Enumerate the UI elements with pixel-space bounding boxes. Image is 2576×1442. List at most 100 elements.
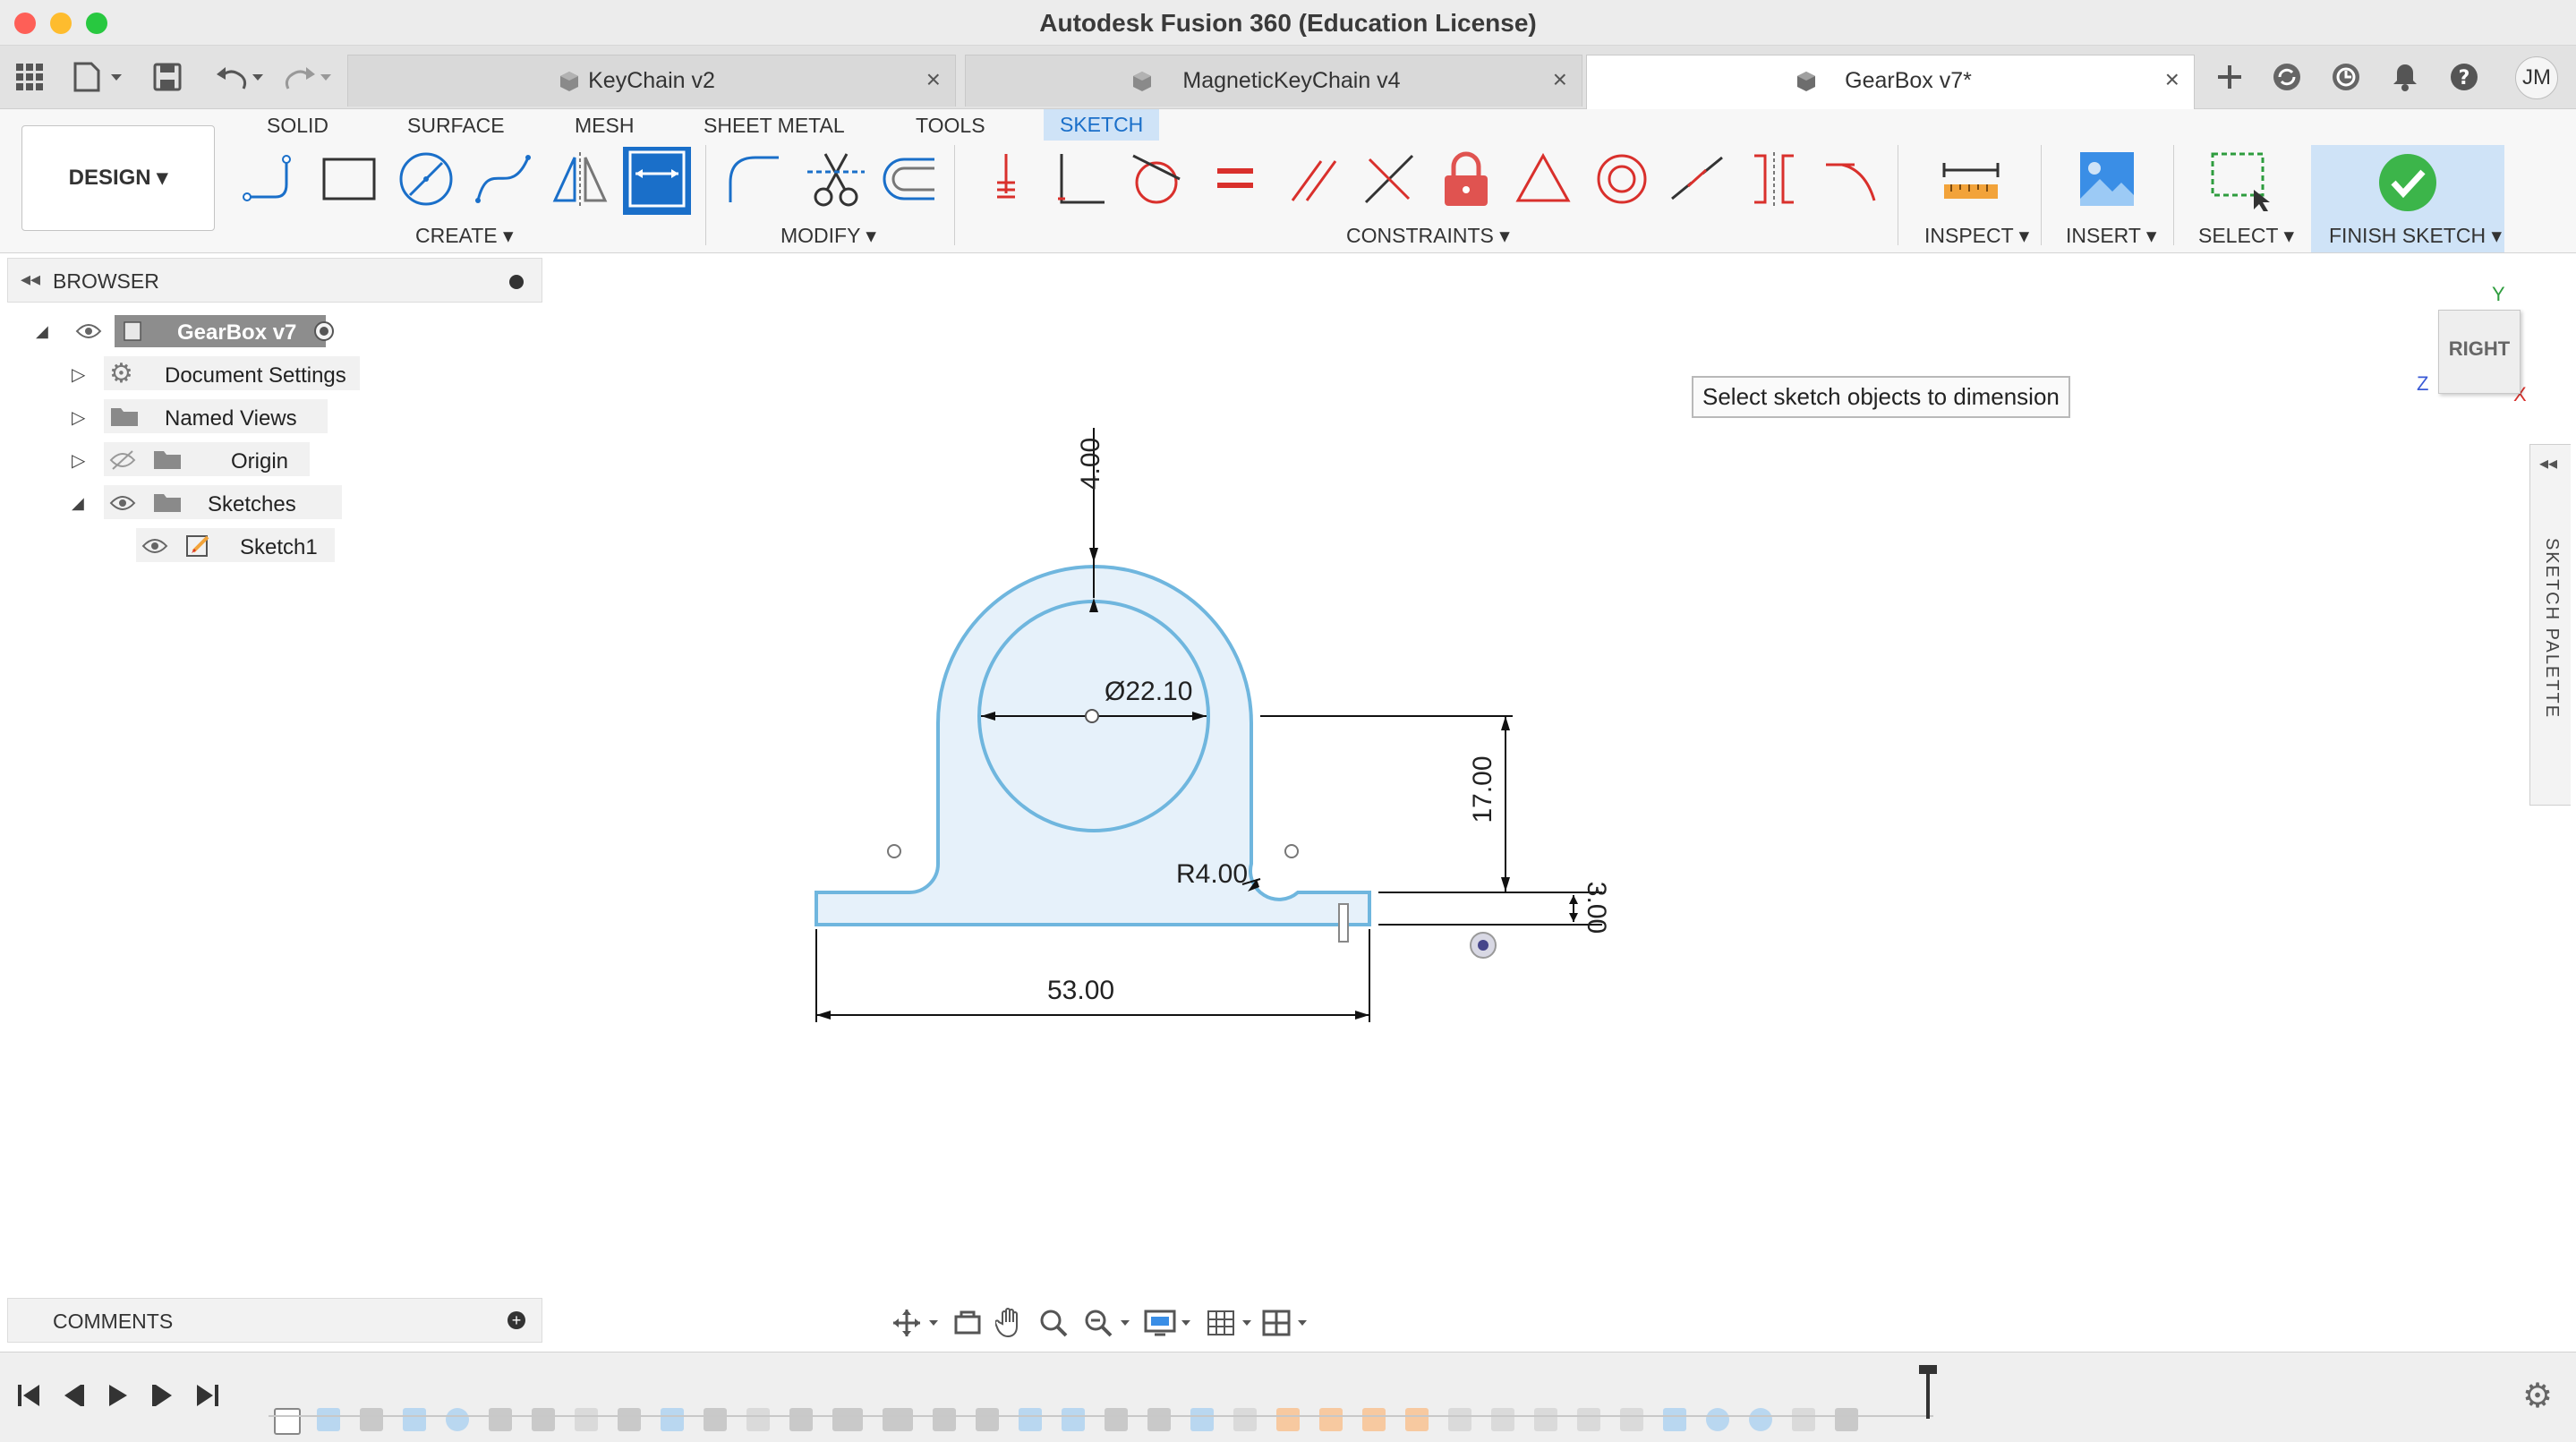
timeline-feature-icon[interactable] — [1577, 1408, 1600, 1431]
notifications-bell-icon[interactable] — [2386, 58, 2424, 96]
tab-mesh[interactable]: MESH — [575, 114, 634, 138]
tab-surface[interactable]: SURFACE — [407, 114, 505, 138]
insert-image-icon[interactable] — [2075, 147, 2139, 211]
timeline-feature-icon[interactable] — [661, 1408, 684, 1431]
insert-menu[interactable]: INSERT ▾ — [2066, 224, 2156, 248]
grid-settings-icon[interactable] — [1205, 1308, 1255, 1338]
display-settings-icon[interactable] — [1144, 1308, 1194, 1338]
view-cube-face[interactable]: RIGHT — [2439, 337, 2520, 361]
dim-radius-label[interactable]: R4.00 — [1176, 859, 1248, 890]
coincident-constraint-icon[interactable] — [1049, 147, 1113, 211]
timeline-feature-icon[interactable] — [1019, 1408, 1042, 1431]
undo-icon[interactable] — [211, 58, 267, 96]
close-tab-icon[interactable]: × — [2165, 65, 2179, 94]
timeline-feature-icon[interactable] — [446, 1408, 469, 1431]
add-comment-icon[interactable]: + — [508, 1311, 525, 1329]
timeline-joint-icon[interactable] — [1319, 1408, 1343, 1431]
step-back-icon[interactable] — [57, 1379, 90, 1412]
timeline-joint-icon[interactable] — [1276, 1408, 1300, 1431]
expand-palette-icon[interactable]: ◂◂ — [2539, 452, 2557, 474]
close-tab-icon[interactable]: × — [1553, 65, 1567, 94]
dim-diameter-label[interactable]: Ø22.10 — [1105, 677, 1192, 707]
fit-zoom-icon[interactable] — [1083, 1308, 1133, 1338]
tree-item-origin[interactable]: ▷ Origin — [72, 440, 367, 480]
sketch-palette-tab[interactable]: ◂◂ SKETCH PALETTE — [2529, 444, 2571, 806]
midpoint-constraint-icon[interactable] — [1511, 147, 1575, 211]
timeline-feature-icon[interactable] — [1663, 1408, 1686, 1431]
go-to-end-icon[interactable] — [192, 1379, 224, 1412]
collinear-constraint-icon[interactable] — [1665, 147, 1729, 211]
timeline-feature-icon[interactable] — [933, 1408, 956, 1431]
timeline-feature-icon[interactable] — [1534, 1408, 1557, 1431]
symmetry-constraint-icon[interactable] — [1742, 147, 1806, 211]
timeline-feature-icon[interactable] — [704, 1408, 727, 1431]
trim-scissors-icon[interactable] — [804, 147, 868, 211]
tab-magnetic-keychain[interactable]: MagneticKeyChain v4 × — [965, 55, 1582, 107]
expand-arrow-icon[interactable]: ▷ — [72, 449, 85, 472]
expand-arrow-icon[interactable]: ▷ — [72, 363, 85, 386]
timeline-feature-icon[interactable] — [1706, 1408, 1729, 1431]
expand-arrow-icon[interactable]: ▷ — [72, 406, 85, 429]
sketch-canvas[interactable] — [770, 394, 1629, 1038]
timeline-feature-icon[interactable] — [575, 1408, 598, 1431]
tab-keychain[interactable]: KeyChain v2 × — [347, 55, 956, 107]
fix-lock-constraint-icon[interactable] — [1434, 147, 1498, 211]
inspect-menu[interactable]: INSPECT ▾ — [1924, 224, 2029, 248]
modify-menu[interactable]: MODIFY ▾ — [780, 224, 876, 248]
close-tab-icon[interactable]: × — [926, 65, 941, 94]
timeline-feature-icon[interactable] — [746, 1408, 770, 1431]
timeline-marker[interactable] — [1926, 1369, 1930, 1419]
perpendicular-constraint-icon[interactable] — [1357, 147, 1421, 211]
constraints-menu[interactable]: CONSTRAINTS ▾ — [1346, 224, 1510, 248]
timeline-features[interactable] — [274, 1379, 1930, 1435]
job-status-icon[interactable] — [2327, 58, 2365, 96]
tab-tools[interactable]: TOOLS — [916, 114, 985, 138]
curvature-constraint-icon[interactable] — [1819, 147, 1883, 211]
timeline-joint-icon[interactable] — [1362, 1408, 1386, 1431]
eye-hidden-icon[interactable] — [109, 449, 136, 471]
fillet-tool-icon[interactable] — [721, 147, 786, 211]
save-icon[interactable] — [149, 58, 186, 96]
timeline-feature-icon[interactable] — [317, 1408, 340, 1431]
tree-item-sketches[interactable]: ◢ Sketches — [72, 483, 367, 523]
timeline-feature-icon[interactable] — [1620, 1408, 1643, 1431]
timeline-marker-head[interactable] — [1919, 1365, 1937, 1374]
offset-tool-icon[interactable] — [877, 147, 942, 211]
panel-options-icon[interactable] — [509, 275, 524, 289]
collapse-panel-icon[interactable]: ◂◂ — [21, 268, 40, 291]
rectangle-tool-icon[interactable] — [317, 147, 381, 211]
collapse-arrow-icon[interactable]: ◢ — [72, 494, 84, 513]
timeline-feature-icon[interactable] — [1749, 1408, 1772, 1431]
eye-icon[interactable] — [141, 535, 168, 557]
tangent-constraint-icon[interactable] — [1124, 147, 1189, 211]
finish-sketch-checkmark-icon[interactable] — [2376, 150, 2440, 215]
tab-sketch[interactable]: SKETCH — [1044, 109, 1160, 141]
dim-height-label[interactable]: 17.00 — [1468, 754, 1504, 825]
zoom-icon[interactable] — [1038, 1308, 1069, 1338]
view-cube[interactable]: RIGHT — [2438, 310, 2521, 394]
redo-icon[interactable] — [279, 58, 335, 96]
collapse-arrow-icon[interactable]: ◢ — [36, 322, 48, 341]
go-to-start-icon[interactable] — [13, 1379, 45, 1412]
timeline-feature-icon[interactable] — [618, 1408, 641, 1431]
timeline-feature-icon[interactable] — [976, 1408, 999, 1431]
horizontal-vertical-constraint-icon[interactable] — [974, 147, 1038, 211]
dim-thickness-label[interactable]: 3.00 — [1575, 872, 1611, 943]
dim-top-label[interactable]: 4.00 — [1076, 428, 1112, 499]
tab-sheet-metal[interactable]: SHEET METAL — [704, 114, 845, 138]
timeline-pattern-icon[interactable] — [883, 1408, 913, 1431]
tree-item-sketch1[interactable]: Sketch1 — [136, 526, 351, 566]
timeline-feature-icon[interactable] — [1147, 1408, 1171, 1431]
timeline-feature-icon[interactable] — [1792, 1408, 1815, 1431]
create-menu[interactable]: CREATE ▾ — [415, 224, 514, 248]
timeline-feature-icon[interactable] — [1105, 1408, 1128, 1431]
timeline-feature-icon[interactable] — [789, 1408, 813, 1431]
timeline-joint-icon[interactable] — [1405, 1408, 1429, 1431]
file-menu-icon[interactable] — [70, 58, 125, 96]
finish-sketch-menu[interactable]: FINISH SKETCH ▾ — [2329, 224, 2502, 248]
timeline-pattern-icon[interactable] — [832, 1408, 863, 1431]
dim-width-label[interactable]: 53.00 — [1047, 976, 1114, 1006]
timeline-feature-icon[interactable] — [1491, 1408, 1514, 1431]
timeline-feature-icon[interactable] — [1835, 1408, 1858, 1431]
timeline-feature-icon[interactable] — [1233, 1408, 1257, 1431]
